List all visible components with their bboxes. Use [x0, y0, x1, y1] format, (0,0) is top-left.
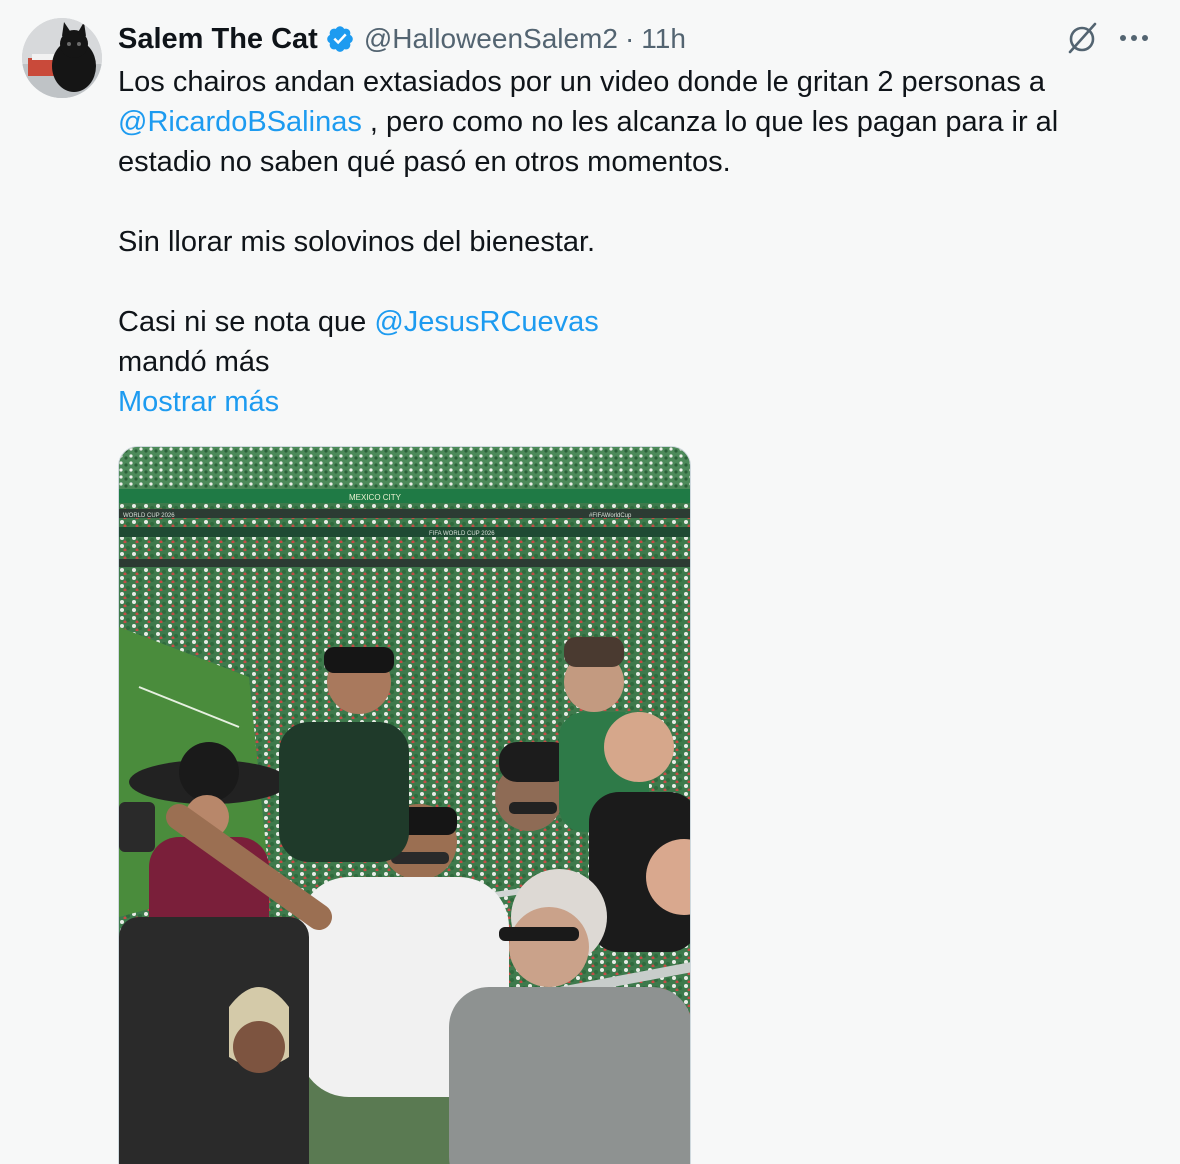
more-dots-icon[interactable] — [1112, 18, 1156, 58]
grok-icon[interactable] — [1060, 18, 1104, 58]
stadium-sign: FIFA WORLD CUP 2026 — [429, 531, 495, 537]
tweet[interactable]: Salem The Cat @HalloweenSalem2 · 11h Los… — [0, 0, 1180, 1164]
author-handle[interactable]: @HalloweenSalem2 — [364, 23, 618, 55]
text-line: mandó más — [118, 346, 270, 378]
verified-badge-icon[interactable] — [325, 24, 355, 54]
text-span: Casi ni se nota que — [118, 306, 375, 338]
mention-link[interactable]: @JesusRCuevas — [374, 306, 598, 338]
avatar[interactable] — [22, 18, 102, 98]
text-line: @RicardoBSalinas , pero como no les alca… — [118, 102, 1138, 142]
mention-link[interactable]: @RicardoBSalinas — [118, 106, 362, 138]
tweet-text: Los chairos andan extasiados por un vide… — [118, 62, 1138, 422]
text-line: Sin llorar mis solovinos del bienestar. — [118, 226, 596, 258]
text-line: Casi ni se nota que @JesusRCuevas — [118, 302, 1138, 342]
stadium-sign: #FIFAWorldCup — [589, 513, 632, 519]
author-name[interactable]: Salem The Cat — [118, 23, 318, 56]
stadium-sign: WORLD CUP 2026 — [123, 513, 175, 519]
tweet-photo[interactable]: MEXICO CITY WORLD CUP 2026 #FIFAWorldCup… — [118, 446, 691, 1164]
stadium-sign: MEXICO CITY — [349, 493, 402, 502]
tweet-header: Salem The Cat @HalloweenSalem2 · 11h — [118, 18, 686, 60]
timestamp[interactable]: 11h — [641, 23, 686, 55]
separator-dot: · — [624, 23, 635, 54]
text-line: estadio no saben qué pasó en otros momen… — [118, 146, 731, 178]
text-line: Los chairos andan extasiados por un vide… — [118, 66, 1046, 98]
text-span: , pero como no les alcanza lo que les pa… — [361, 106, 1059, 138]
show-more-link[interactable]: Mostrar más — [118, 382, 279, 422]
